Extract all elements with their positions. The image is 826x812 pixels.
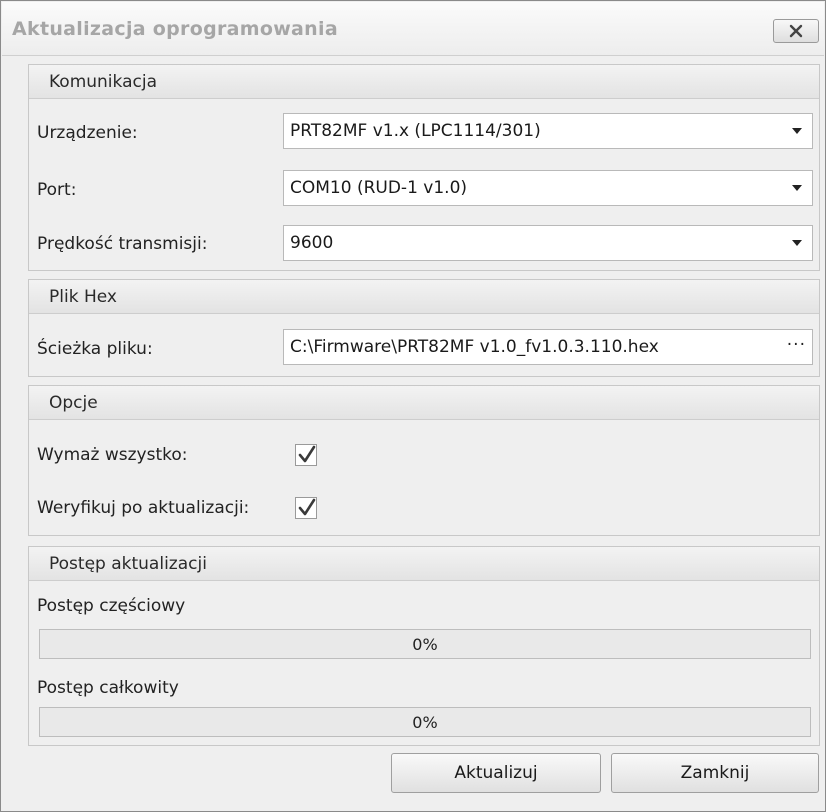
communication-group-header: Komunikacja	[29, 65, 819, 99]
browse-button[interactable]: ···	[787, 335, 806, 355]
total-progress-label: Postęp całkowity	[37, 678, 179, 698]
port-select[interactable]: COM10 (RUD-1 v1.0)	[283, 170, 813, 206]
erase-all-checkbox[interactable]	[295, 444, 317, 466]
device-select[interactable]: PRT82MF v1.x (LPC1114/301)	[283, 113, 813, 149]
window-title: Aktualizacja oprogramowania	[12, 18, 338, 40]
erase-all-label: Wymaż wszystko:	[37, 445, 188, 465]
partial-progress-bar: 0%	[39, 629, 811, 659]
port-label: Port:	[37, 180, 77, 200]
chevron-down-icon[interactable]	[792, 128, 802, 134]
close-window-button[interactable]	[773, 19, 819, 43]
progress-group-title: Postęp aktualizacji	[49, 554, 207, 574]
checkmark-icon	[298, 445, 316, 463]
title-bar: Aktualizacja oprogramowania	[2, 2, 824, 56]
file-path-label: Ścieżka pliku:	[37, 339, 153, 359]
communication-group-title: Komunikacja	[49, 72, 157, 92]
total-progress-bar: 0%	[39, 707, 811, 737]
hex-file-group-header: Plik Hex	[29, 280, 819, 314]
baud-rate-select[interactable]: 9600	[283, 225, 813, 261]
verify-label: Weryfikuj po aktualizacji:	[37, 498, 250, 518]
file-path-value: C:\Firmware\PRT82MF v1.0_fv1.0.3.110.hex	[290, 337, 659, 357]
close-button[interactable]: Zamknij	[611, 753, 819, 793]
partial-progress-text: 0%	[412, 635, 438, 654]
device-select-value: PRT82MF v1.x (LPC1114/301)	[290, 121, 541, 141]
partial-progress-label: Postęp częściowy	[37, 596, 186, 616]
checkmark-icon	[298, 498, 316, 516]
progress-group: Postęp aktualizacji Postęp częściowy 0% …	[28, 546, 820, 746]
chevron-down-icon[interactable]	[792, 240, 802, 246]
close-icon	[789, 24, 803, 38]
options-group: Opcje Wymaż wszystko: Weryfikuj po aktua…	[28, 385, 820, 536]
options-group-title: Opcje	[49, 393, 98, 413]
port-select-value: COM10 (RUD-1 v1.0)	[290, 178, 468, 198]
communication-group: Komunikacja Urządzenie: PRT82MF v1.x (LP…	[28, 64, 820, 271]
progress-group-header: Postęp aktualizacji	[29, 547, 819, 581]
update-button[interactable]: Aktualizuj	[391, 753, 601, 793]
file-path-input[interactable]: C:\Firmware\PRT82MF v1.0_fv1.0.3.110.hex…	[283, 329, 813, 365]
hex-file-group-title: Plik Hex	[49, 287, 117, 307]
baud-rate-label: Prędkość transmisji:	[37, 234, 208, 254]
total-progress-text: 0%	[412, 713, 438, 732]
baud-rate-select-value: 9600	[290, 233, 334, 253]
firmware-update-dialog: Aktualizacja oprogramowania Komunikacja …	[0, 0, 826, 812]
chevron-down-icon[interactable]	[792, 185, 802, 191]
device-label: Urządzenie:	[37, 123, 138, 143]
options-group-header: Opcje	[29, 386, 819, 420]
hex-file-group: Plik Hex Ścieżka pliku: C:\Firmware\PRT8…	[28, 279, 820, 377]
verify-checkbox[interactable]	[295, 497, 317, 519]
